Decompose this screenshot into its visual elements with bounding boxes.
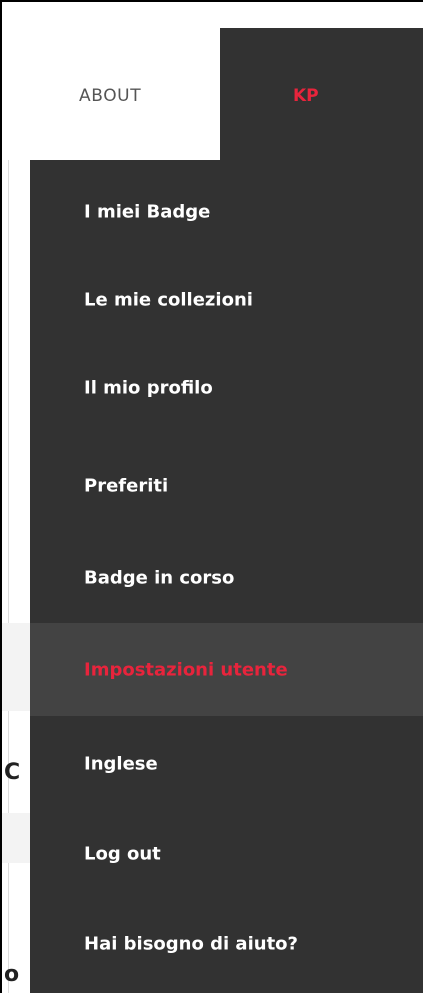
menu-item-label: Il mio profilo: [84, 377, 213, 399]
nav-about-link[interactable]: ABOUT: [79, 86, 141, 106]
background-text-fragment: o: [4, 962, 20, 987]
menu-item-label: Le mie collezioni: [84, 289, 253, 311]
menu-item-user-settings[interactable]: Impostazioni utente: [30, 623, 423, 716]
menu-item-my-badges[interactable]: I miei Badge: [30, 168, 423, 256]
menu-item-label: Impostazioni utente: [84, 659, 288, 680]
menu-item-language-english[interactable]: Inglese: [30, 720, 423, 808]
frame-border-left: [0, 0, 2, 993]
menu-item-favorites[interactable]: Preferiti: [30, 442, 423, 530]
frame-border-top: [0, 0, 423, 2]
menu-item-label: Hai bisogno di aiuto?: [84, 933, 298, 955]
menu-item-my-profile[interactable]: Il mio profilo: [30, 344, 423, 432]
menu-item-label: Preferiti: [84, 475, 169, 497]
top-nav: ABOUT: [8, 28, 220, 160]
menu-item-my-collections[interactable]: Le mie collezioni: [30, 256, 423, 344]
menu-item-log-out[interactable]: Log out: [30, 810, 423, 898]
background-panel-edge: [8, 160, 9, 993]
menu-item-label: I miei Badge: [84, 201, 211, 223]
menu-item-label: Badge in corso: [84, 567, 235, 589]
menu-item-help[interactable]: Hai bisogno di aiuto?: [30, 900, 423, 988]
user-dropdown-menu: I miei Badge Le mie collezioni Il mio pr…: [30, 160, 423, 993]
menu-item-label: Log out: [84, 843, 161, 865]
user-menu-tab[interactable]: KP: [220, 28, 423, 160]
menu-item-label: Inglese: [84, 753, 158, 775]
menu-item-badges-in-progress[interactable]: Badge in corso: [30, 534, 423, 622]
user-initials: KP: [293, 86, 319, 106]
background-heading-fragment: C: [4, 760, 21, 785]
